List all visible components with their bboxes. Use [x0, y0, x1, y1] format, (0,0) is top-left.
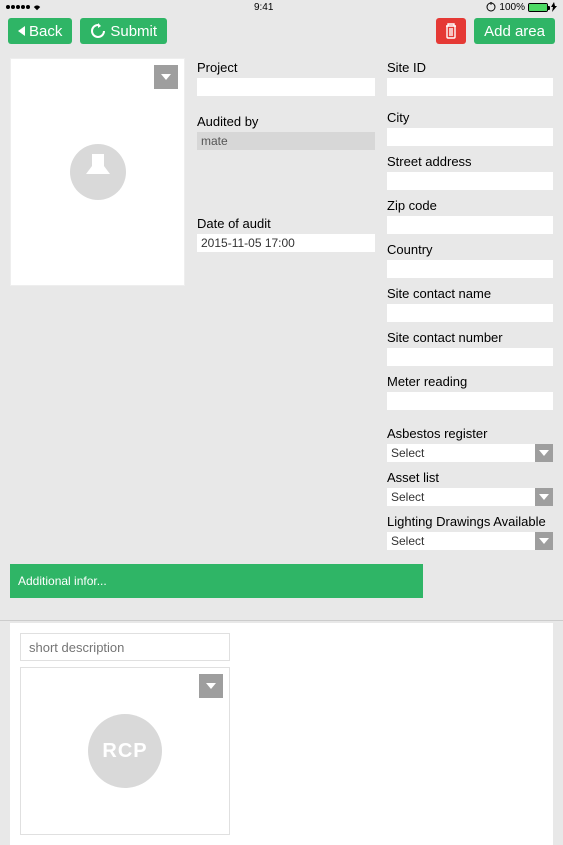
site-id-label: Site ID — [387, 58, 553, 76]
asset-list-select[interactable] — [387, 488, 553, 506]
status-time: 9:41 — [254, 2, 273, 13]
asset-list-dropdown-button[interactable] — [535, 488, 553, 506]
asset-list-value[interactable] — [387, 488, 535, 506]
city-label: City — [387, 108, 553, 126]
chevron-down-icon — [161, 74, 171, 80]
contact-number-input[interactable] — [387, 348, 553, 366]
meter-label: Meter reading — [387, 372, 553, 390]
battery-pct: 100% — [499, 2, 525, 13]
zip-input[interactable] — [387, 216, 553, 234]
audited-by-input[interactable] — [197, 132, 375, 150]
status-bar: 9:41 100% — [0, 0, 563, 14]
asbestos-select[interactable] — [387, 444, 553, 462]
form-area: Project Audited by Date of audit Site ID… — [0, 50, 563, 550]
battery-icon — [528, 3, 548, 12]
toolbar: Back Submit Add area — [0, 14, 563, 50]
project-input[interactable] — [197, 78, 375, 96]
chevron-left-icon — [18, 26, 25, 36]
asbestos-label: Asbestos register — [387, 424, 553, 442]
date-label: Date of audit — [197, 214, 375, 232]
divider — [0, 620, 563, 621]
lighting-value[interactable] — [387, 532, 535, 550]
zip-label: Zip code — [387, 196, 553, 214]
rcp-label: RCP — [102, 740, 147, 763]
asset-list-label: Asset list — [387, 468, 553, 486]
asbestos-dropdown-button[interactable] — [535, 444, 553, 462]
back-label: Back — [29, 23, 62, 40]
status-left — [6, 3, 41, 11]
contact-name-input[interactable] — [387, 304, 553, 322]
chevron-down-icon — [539, 538, 549, 544]
submit-label: Submit — [110, 23, 157, 40]
street-label: Street address — [387, 152, 553, 170]
chevron-down-icon — [539, 494, 549, 500]
col-left — [10, 58, 185, 550]
project-label: Project — [197, 58, 375, 76]
trash-icon — [444, 23, 458, 39]
photo-menu-button[interactable] — [154, 65, 178, 89]
additional-info-bar[interactable]: Additional infor... — [10, 564, 423, 598]
chevron-down-icon — [206, 683, 216, 689]
add-area-label: Add area — [484, 23, 545, 40]
site-id-input[interactable] — [387, 78, 553, 96]
col-mid: Project Audited by Date of audit — [197, 58, 375, 550]
date-input[interactable] — [197, 234, 375, 252]
meter-input[interactable] — [387, 392, 553, 410]
wifi-icon — [33, 3, 41, 11]
lighting-select[interactable] — [387, 532, 553, 550]
area-card: RCP — [10, 623, 553, 845]
col-right: Site ID City Street address Zip code Cou… — [387, 58, 553, 550]
country-input[interactable] — [387, 260, 553, 278]
city-input[interactable] — [387, 128, 553, 146]
add-area-button[interactable]: Add area — [474, 18, 555, 44]
asbestos-value[interactable] — [387, 444, 535, 462]
rcp-menu-button[interactable] — [199, 674, 223, 698]
contact-name-label: Site contact name — [387, 284, 553, 302]
photo-upload-box[interactable] — [10, 58, 185, 286]
rcp-upload-box[interactable]: RCP — [20, 667, 230, 835]
refresh-icon — [90, 23, 106, 39]
upload-icon — [70, 144, 126, 200]
contact-number-label: Site contact number — [387, 328, 553, 346]
signal-dots-icon — [6, 5, 30, 9]
rotation-lock-icon — [486, 2, 496, 12]
charging-icon — [551, 2, 557, 12]
country-label: Country — [387, 240, 553, 258]
status-right: 100% — [486, 2, 557, 13]
rcp-placeholder-icon: RCP — [88, 714, 162, 788]
street-input[interactable] — [387, 172, 553, 190]
delete-button[interactable] — [436, 18, 466, 44]
chevron-down-icon — [539, 450, 549, 456]
lighting-label: Lighting Drawings Available — [387, 512, 553, 530]
audited-by-label: Audited by — [197, 112, 375, 130]
submit-button[interactable]: Submit — [80, 18, 167, 44]
lighting-dropdown-button[interactable] — [535, 532, 553, 550]
back-button[interactable]: Back — [8, 18, 72, 44]
short-description-input[interactable] — [20, 633, 230, 661]
